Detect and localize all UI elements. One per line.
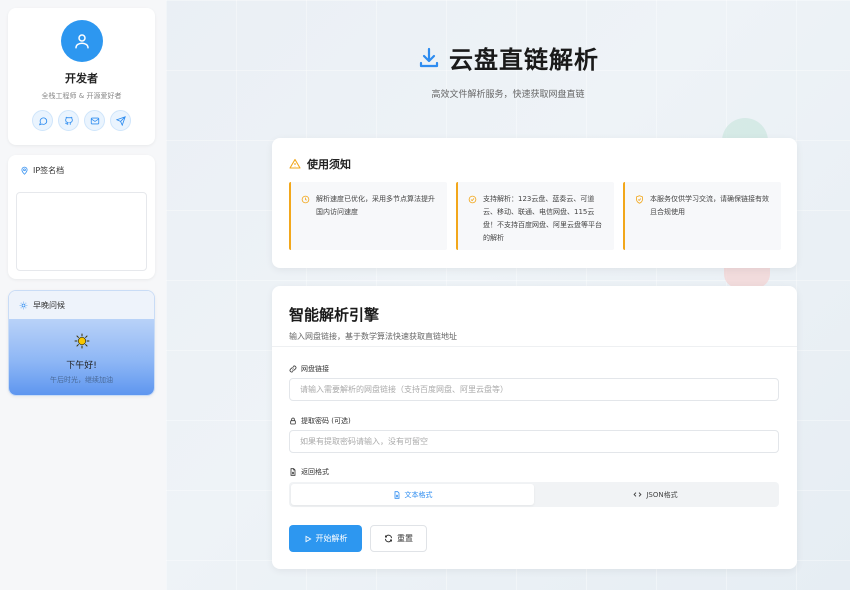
link-label: 网盘链接 (289, 364, 329, 374)
profile-card: 开发者 全栈工程师 & 开源爱好者 (8, 8, 155, 145)
ip-signature-image (16, 192, 147, 271)
greeting-title: 早晚问候 (33, 300, 65, 310)
notice-item: 支持解析：123云盘、蓝奏云、可道云、移动、联通、电信网盘、115云盘！不支持百… (456, 182, 614, 250)
notice-title: 使用须知 (307, 158, 351, 171)
location-pin-icon (21, 166, 28, 175)
file-icon (290, 468, 296, 476)
notice-list: 解析速度已优化，采用多节点算法提升国内访问速度 支持解析：123云盘、蓝奏云、可… (289, 182, 781, 250)
password-input[interactable] (289, 430, 779, 453)
profile-description: 全栈工程师 & 开源爱好者 (41, 92, 122, 100)
notice-text: 支持解析：123云盘、蓝奏云、可道云、移动、联通、电信网盘、115云盘！不支持百… (483, 195, 602, 242)
notice-card: 使用须知 解析速度已优化，采用多节点算法提升国内访问速度 支持解析：123云盘、… (272, 138, 797, 268)
code-icon (633, 492, 642, 497)
clock-icon (301, 195, 310, 204)
social-links (8, 110, 155, 131)
sidebar: 开发者 全栈工程师 & 开源爱好者 IP签名档 早晚问候 下午好! 午后时光，继… (0, 0, 166, 590)
engine-title: 智能解析引擎 (289, 306, 380, 324)
format-toggle: 文本格式 JSON格式 (289, 482, 779, 507)
github-button[interactable] (58, 110, 79, 131)
engine-subtitle: 输入网盘链接，基于数学算法快速获取直链地址 (289, 332, 457, 341)
send-button[interactable] (110, 110, 131, 131)
send-icon (115, 115, 126, 126)
chat-icon (38, 117, 47, 125)
refresh-icon (385, 534, 392, 543)
notice-header: 使用须知 (272, 138, 797, 172)
format-option-text[interactable]: 文本格式 (291, 484, 534, 505)
download-icon (419, 47, 439, 67)
reset-button[interactable]: 重置 (370, 525, 427, 552)
play-icon (305, 535, 312, 542)
action-buttons: 开始解析 重置 (289, 525, 427, 552)
password-label: 提取密码 (可选) (289, 416, 351, 426)
ip-signature-card: IP签名档 (8, 155, 155, 279)
shield-check-icon (636, 195, 643, 204)
check-circle-icon (468, 195, 477, 204)
notice-item: 本服务仅供学习交流，请确保链接有效且合规使用 (623, 182, 781, 250)
github-icon (64, 116, 73, 125)
sun-outline-icon (19, 301, 28, 309)
mail-button[interactable] (84, 110, 105, 131)
greeting-subtext: 午后时光，继续加油 (50, 376, 113, 384)
engine-header: 智能解析引擎 输入网盘链接，基于数学算法快速获取直链地址 (272, 286, 797, 347)
avatar[interactable] (60, 20, 103, 62)
greeting-body: 下午好! 午后时光，继续加油 (9, 319, 154, 395)
greeting-card: 早晚问候 下午好! 午后时光，继续加油 (8, 290, 155, 396)
page-header: 云盘直链解析 高效文件解析服务，快速获取网盘直链 (166, 40, 850, 100)
sun-icon (74, 333, 89, 349)
notice-text: 解析速度已优化，采用多节点算法提升国内访问速度 (316, 195, 435, 216)
page-title: 云盘直链解析 (449, 46, 599, 74)
warning-icon (289, 158, 301, 169)
greeting-text: 下午好! (66, 361, 97, 371)
ip-card-header: IP签名档 (8, 155, 155, 176)
greeting-header: 早晚问候 (9, 291, 154, 319)
page-subtitle: 高效文件解析服务，快速获取网盘直链 (431, 90, 585, 100)
profile-name: 开发者 (65, 72, 98, 85)
ip-card-title: IP签名档 (33, 166, 65, 175)
mail-icon (90, 117, 99, 124)
document-icon (394, 490, 399, 499)
user-icon (74, 34, 89, 49)
notice-item: 解析速度已优化，采用多节点算法提升国内访问速度 (289, 182, 447, 250)
notice-text: 本服务仅供学习交流，请确保链接有效且合规使用 (650, 195, 769, 216)
chat-button[interactable] (32, 110, 53, 131)
start-parse-button[interactable]: 开始解析 (289, 525, 362, 552)
parse-engine-card: 智能解析引擎 输入网盘链接，基于数学算法快速获取直链地址 网盘链接 提取密码 (… (272, 286, 797, 569)
link-icon (289, 365, 297, 373)
format-option-json[interactable]: JSON格式 (534, 484, 777, 505)
link-input[interactable] (289, 378, 779, 401)
format-label: 返回格式 (289, 467, 329, 477)
lock-icon (290, 417, 296, 425)
